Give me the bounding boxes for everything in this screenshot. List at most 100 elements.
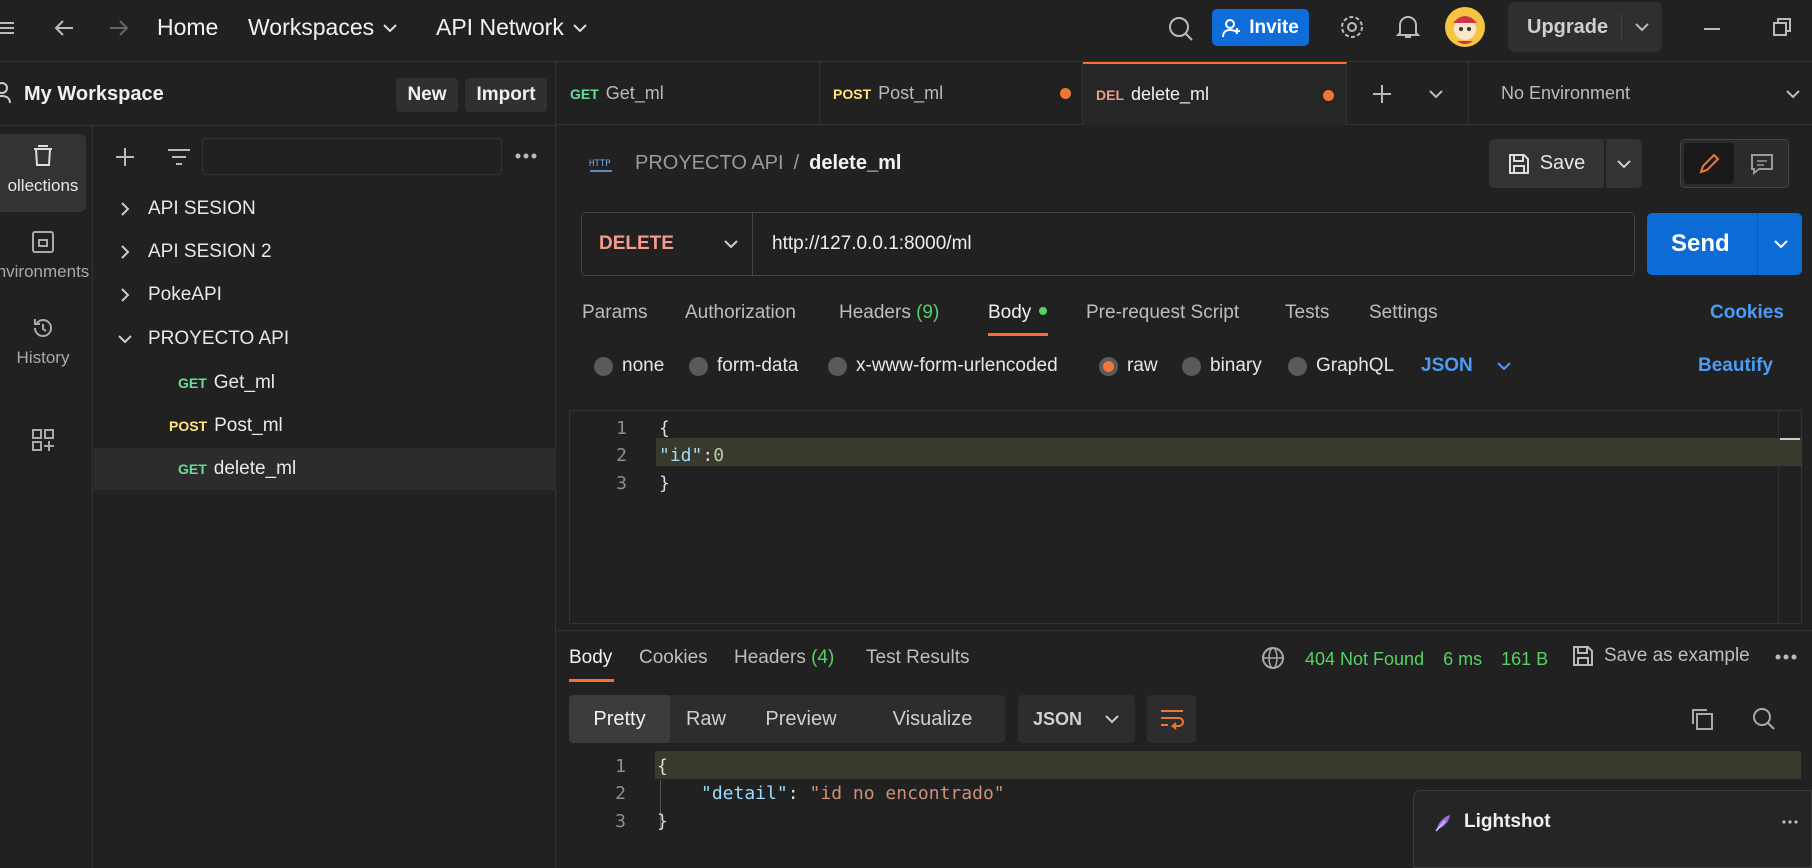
send-button[interactable]: Send (1647, 213, 1802, 275)
request-body-editor[interactable]: 1 2 3 { "id":0 } (569, 410, 1802, 624)
view-visualize[interactable]: Visualize (860, 695, 1005, 743)
invite-button[interactable]: Invite (1212, 9, 1309, 46)
tab-response-cookies[interactable]: Cookies (639, 647, 708, 669)
breadcrumb-separator: / (793, 152, 800, 174)
radio-binary[interactable]: binary (1182, 355, 1262, 377)
nav-home[interactable]: Home (157, 14, 218, 41)
active-tab-indicator (569, 679, 614, 682)
method-select[interactable]: DELETE (599, 233, 739, 255)
view-pretty[interactable]: Pretty (569, 695, 670, 743)
gear-icon[interactable] (1337, 12, 1367, 42)
breadcrumb-request[interactable]: delete_ml (809, 152, 901, 175)
new-button[interactable]: New (396, 78, 458, 112)
line-number: 1 (615, 756, 626, 777)
tab-response-headers[interactable]: Headers (4) (734, 647, 834, 669)
radio-label: form-data (717, 355, 799, 376)
radio-none[interactable]: none (594, 355, 664, 377)
chevron-down-icon[interactable] (1425, 86, 1447, 102)
search-icon[interactable] (1752, 707, 1776, 731)
tab-get-ml[interactable]: GET Get_ml (557, 62, 820, 125)
tab-delete-ml[interactable]: DEL delete_ml (1083, 62, 1347, 125)
restore-window-icon[interactable] (1767, 12, 1797, 42)
view-preview[interactable]: Preview (742, 695, 860, 743)
radio-raw[interactable]: raw (1099, 355, 1158, 377)
wrap-lines-icon (1160, 710, 1184, 730)
url-input[interactable]: http://127.0.0.1:8000/ml (772, 233, 972, 255)
request-item[interactable]: GET delete_ml (94, 448, 556, 490)
tab-authorization[interactable]: Authorization (685, 302, 796, 324)
rail-item-history[interactable]: History (0, 316, 86, 368)
request-item[interactable]: GET Get_ml (94, 362, 556, 404)
tab-response-body[interactable]: Body (569, 647, 612, 669)
nav-api-network[interactable]: API Network (436, 14, 588, 41)
request-item[interactable]: POST Post_ml (94, 405, 556, 447)
collection-item[interactable]: PROYECTO API (94, 318, 556, 360)
more-options-icon[interactable] (514, 148, 538, 164)
body-language-select[interactable]: JSON (1421, 355, 1512, 377)
comments-button[interactable] (1737, 143, 1787, 184)
menu-icon[interactable] (0, 16, 14, 40)
http-icon: HTTP (588, 150, 616, 178)
line-number: 3 (616, 473, 627, 494)
search-icon[interactable] (1166, 14, 1196, 44)
globe-icon[interactable] (1261, 646, 1285, 670)
radio-label: none (622, 355, 665, 376)
tab-headers[interactable]: Headers (9) (839, 302, 939, 324)
lightshot-notification[interactable]: Lightshot (1413, 790, 1812, 868)
bell-icon[interactable] (1393, 12, 1423, 42)
nav-workspaces[interactable]: Workspaces (248, 14, 398, 41)
tab-tests[interactable]: Tests (1285, 302, 1329, 324)
cookies-link[interactable]: Cookies (1710, 302, 1784, 324)
headers-count: (4) (811, 647, 835, 668)
radio-x-www-form-urlencoded[interactable]: x-www-form-urlencoded (828, 355, 1058, 377)
tab-prerequest-script[interactable]: Pre-request Script (1086, 302, 1239, 324)
rail-item-collections[interactable]: ollections (0, 134, 86, 212)
copy-icon[interactable] (1690, 707, 1714, 731)
status-badge[interactable]: 404 Not Found (1305, 649, 1424, 670)
tab-settings[interactable]: Settings (1369, 302, 1438, 324)
rail-item-apps[interactable] (0, 428, 86, 452)
save-options-button[interactable] (1606, 139, 1642, 188)
scrollbar-thumb[interactable] (1780, 438, 1800, 440)
forward-arrow-icon[interactable] (105, 14, 133, 42)
request-name: Post_ml (214, 415, 283, 436)
nav-workspaces-label: Workspaces (248, 14, 375, 40)
tab-post-ml[interactable]: POST Post_ml (820, 62, 1083, 125)
edit-mode-button[interactable] (1684, 143, 1734, 184)
chevron-down-icon[interactable] (1634, 22, 1650, 32)
radio-circle (689, 356, 708, 376)
radio-form-data[interactable]: form-data (689, 355, 798, 377)
tab-params[interactable]: Params (582, 302, 647, 324)
response-format-label: JSON (1032, 708, 1083, 729)
minimize-icon[interactable] (1697, 14, 1727, 44)
beautify-link[interactable]: Beautify (1698, 355, 1773, 377)
scrollbar-track[interactable] (1778, 411, 1779, 623)
collection-search-input[interactable] (202, 138, 502, 175)
tab-body[interactable]: Body (988, 302, 1031, 324)
breadcrumb-collection[interactable]: PROYECTO API (635, 152, 784, 175)
chevron-down-icon[interactable] (1773, 239, 1789, 249)
avatar[interactable] (1445, 7, 1485, 47)
collection-item[interactable]: PokeAPI (94, 274, 556, 316)
new-tab-icon[interactable] (1370, 82, 1394, 106)
wrap-lines-button[interactable] (1147, 695, 1196, 743)
more-options-icon[interactable] (1782, 820, 1798, 824)
tab-test-results[interactable]: Test Results (866, 647, 969, 669)
add-collection-icon[interactable] (113, 145, 137, 169)
more-options-icon[interactable] (1775, 654, 1797, 660)
save-button[interactable]: Save (1489, 139, 1604, 188)
filter-icon[interactable] (166, 145, 192, 169)
radio-graphql[interactable]: GraphQL (1288, 355, 1394, 377)
collection-item[interactable]: API SESION (94, 188, 556, 230)
response-size[interactable]: 161 B (1501, 649, 1548, 670)
upgrade-button[interactable]: Upgrade (1508, 2, 1662, 52)
environment-select[interactable]: No Environment (1501, 83, 1801, 104)
response-time[interactable]: 6 ms (1443, 649, 1482, 670)
import-button[interactable]: Import (465, 78, 547, 112)
back-arrow-icon[interactable] (50, 14, 78, 42)
save-as-example-button[interactable]: Save as example (1572, 645, 1750, 667)
collection-item[interactable]: API SESION 2 (94, 231, 556, 273)
rail-item-environments[interactable]: nvironments (0, 230, 89, 282)
view-raw[interactable]: Raw (670, 695, 742, 743)
response-format-select[interactable]: JSON (1018, 695, 1135, 743)
